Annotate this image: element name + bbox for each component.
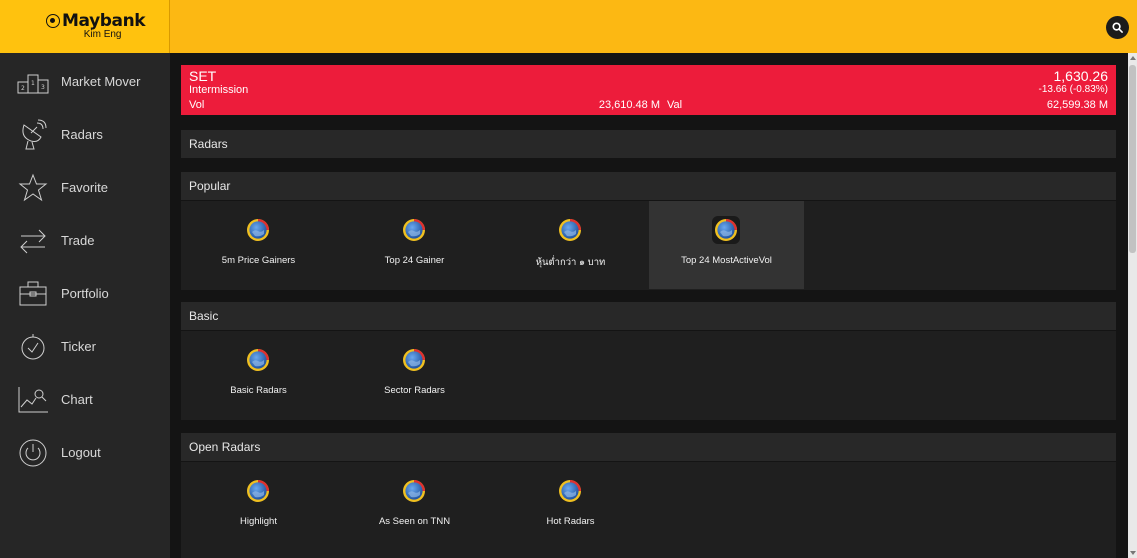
section-open-radars: Highlight As Seen on TNN Hot Radars (181, 462, 1116, 558)
value-label: Val (667, 99, 683, 111)
radar-tile[interactable]: Top 24 Gainer (337, 201, 492, 289)
volume-value: 23,610.48 M (598, 99, 660, 111)
sidebar-item-market-mover[interactable]: 2 1 3 Market Mover (0, 55, 170, 108)
index-price: 1,630.26 (1053, 68, 1109, 84)
radar-tile[interactable]: 5m Price Gainers (181, 201, 336, 289)
sidebar-item-label: Favorite (61, 180, 108, 195)
radar-globe-icon (400, 477, 428, 505)
sidebar-item-trade[interactable]: Trade (0, 214, 170, 267)
radar-globe-icon (244, 346, 272, 374)
section-basic: Basic Radars Sector Radars (181, 331, 1116, 420)
top-bar: Maybank Kim Eng (0, 0, 1137, 53)
sidebar-item-label: Chart (61, 392, 93, 407)
radar-tile-label: 5m Price Gainers (221, 255, 296, 266)
page-title-bar: Radars (181, 130, 1116, 158)
index-change: -13.66 (-0.83%) (1038, 84, 1108, 95)
svg-text:2: 2 (21, 85, 25, 92)
radar-globe-icon (400, 216, 428, 244)
radar-tile-label: Top 24 MostActiveVol (681, 255, 772, 266)
value-amount: 62,599.38 M (1046, 99, 1108, 111)
scroll-down-arrow-icon[interactable] (1130, 551, 1136, 555)
podium-icon: 2 1 3 (15, 64, 51, 100)
star-icon (15, 170, 51, 206)
line-chart-icon (15, 382, 51, 418)
volume-label: Vol (189, 99, 205, 111)
index-name: SET (189, 68, 217, 84)
radar-tile[interactable]: หุ้นต่ำกว่า ๑ บาท (493, 201, 648, 289)
sidebar-item-logout[interactable]: Logout (0, 426, 170, 479)
radar-tile-label: Sector Radars (384, 385, 445, 396)
brand-name: Maybank (62, 11, 146, 31)
maybank-logo: Maybank Kim Eng (46, 11, 146, 40)
search-button[interactable] (1106, 16, 1129, 39)
svg-text:1: 1 (31, 80, 35, 87)
briefcase-icon (15, 276, 51, 312)
radar-tile-label: หุ้นต่ำกว่า ๑ บาท (535, 257, 606, 268)
section-title: Popular (189, 179, 231, 193)
sidebar-item-label: Ticker (61, 339, 96, 354)
radar-globe-icon (400, 346, 428, 374)
satellite-dish-icon (15, 117, 51, 153)
sidebar-item-label: Trade (61, 233, 95, 248)
vertical-scrollbar[interactable] (1128, 53, 1137, 558)
radar-tile-selected[interactable]: Top 24 MostActiveVol (649, 201, 804, 289)
section-title: Basic (189, 309, 219, 323)
radar-tile[interactable]: Hot Radars (493, 462, 648, 550)
logo-area[interactable]: Maybank Kim Eng (0, 0, 170, 53)
section-popular: 5m Price Gainers Top 24 Gainer หุ้นต่ำกว… (181, 201, 1116, 290)
index-summary-bar[interactable]: SET Intermission Vol 23,610.48 M Val 1,6… (181, 65, 1116, 115)
main-content: SET Intermission Vol 23,610.48 M Val 1,6… (170, 53, 1128, 558)
section-header-basic: Basic (181, 302, 1116, 330)
radar-globe-icon (556, 477, 584, 505)
radar-tile[interactable]: Highlight (181, 462, 336, 550)
scrollbar-thumb[interactable] (1129, 65, 1136, 253)
sidebar-item-label: Logout (61, 445, 101, 460)
sidebar: 2 1 3 Market Mover Radars Favorite Trade… (0, 53, 170, 558)
radar-tile-label: As Seen on TNN (378, 516, 451, 527)
radar-tile-label: Hot Radars (546, 516, 595, 527)
radar-globe-icon (244, 477, 272, 505)
section-title: Open Radars (189, 440, 261, 454)
sidebar-item-label: Market Mover (61, 74, 141, 89)
tiger-emblem-icon (46, 14, 60, 28)
radar-globe-icon (712, 216, 740, 244)
radar-tile-label: Top 24 Gainer (384, 255, 445, 266)
radar-tile[interactable]: Sector Radars (337, 331, 492, 419)
radar-tile-label: Basic Radars (230, 385, 287, 396)
sidebar-item-ticker[interactable]: Ticker (0, 320, 170, 373)
page-title: Radars (189, 137, 228, 151)
market-status: Intermission (189, 84, 249, 96)
power-icon (15, 435, 51, 471)
search-icon (1112, 22, 1123, 33)
section-header-popular: Popular (181, 172, 1116, 200)
sidebar-item-label: Radars (61, 127, 103, 142)
sidebar-item-favorite[interactable]: Favorite (0, 161, 170, 214)
stopwatch-icon (15, 329, 51, 365)
scroll-up-arrow-icon[interactable] (1130, 56, 1136, 60)
radar-globe-icon (244, 216, 272, 244)
radar-tile-label: Highlight (240, 516, 277, 527)
sidebar-item-radars[interactable]: Radars (0, 108, 170, 161)
svg-text:3: 3 (41, 84, 45, 91)
section-header-open-radars: Open Radars (181, 433, 1116, 461)
sidebar-item-chart[interactable]: Chart (0, 373, 170, 426)
radar-tile[interactable]: Basic Radars (181, 331, 336, 419)
radar-globe-icon (556, 216, 584, 244)
swap-arrows-icon (15, 223, 51, 259)
sidebar-item-portfolio[interactable]: Portfolio (0, 267, 170, 320)
radar-tile[interactable]: As Seen on TNN (337, 462, 492, 550)
sidebar-item-label: Portfolio (61, 286, 109, 301)
